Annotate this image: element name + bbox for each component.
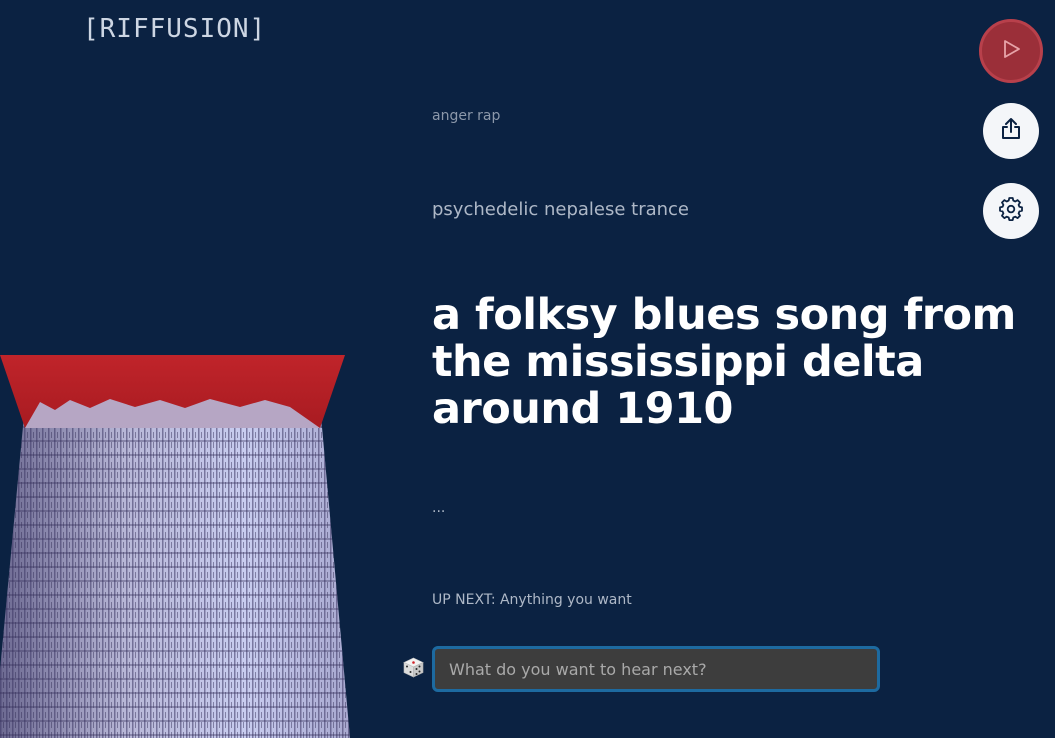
play-button[interactable] <box>979 19 1043 83</box>
next-prompt-input[interactable] <box>432 646 880 692</box>
share-button[interactable] <box>983 103 1039 159</box>
current-prompt: a folksy blues song from the mississippi… <box>432 290 1016 434</box>
upcoming-prompt: ... <box>432 500 446 516</box>
previous-prompt-2: anger rap <box>432 108 501 124</box>
dice-icon[interactable] <box>403 657 424 678</box>
play-icon <box>1000 38 1022 64</box>
app-logo: [RIFFUSION] <box>83 14 267 44</box>
share-icon <box>1000 117 1022 145</box>
settings-button[interactable] <box>983 183 1039 239</box>
spectrogram-visualization <box>0 350 360 738</box>
previous-prompt-1: psychedelic nepalese trance <box>432 199 690 220</box>
up-next-label: UP NEXT: Anything you want <box>432 592 632 608</box>
gear-icon <box>999 197 1023 225</box>
